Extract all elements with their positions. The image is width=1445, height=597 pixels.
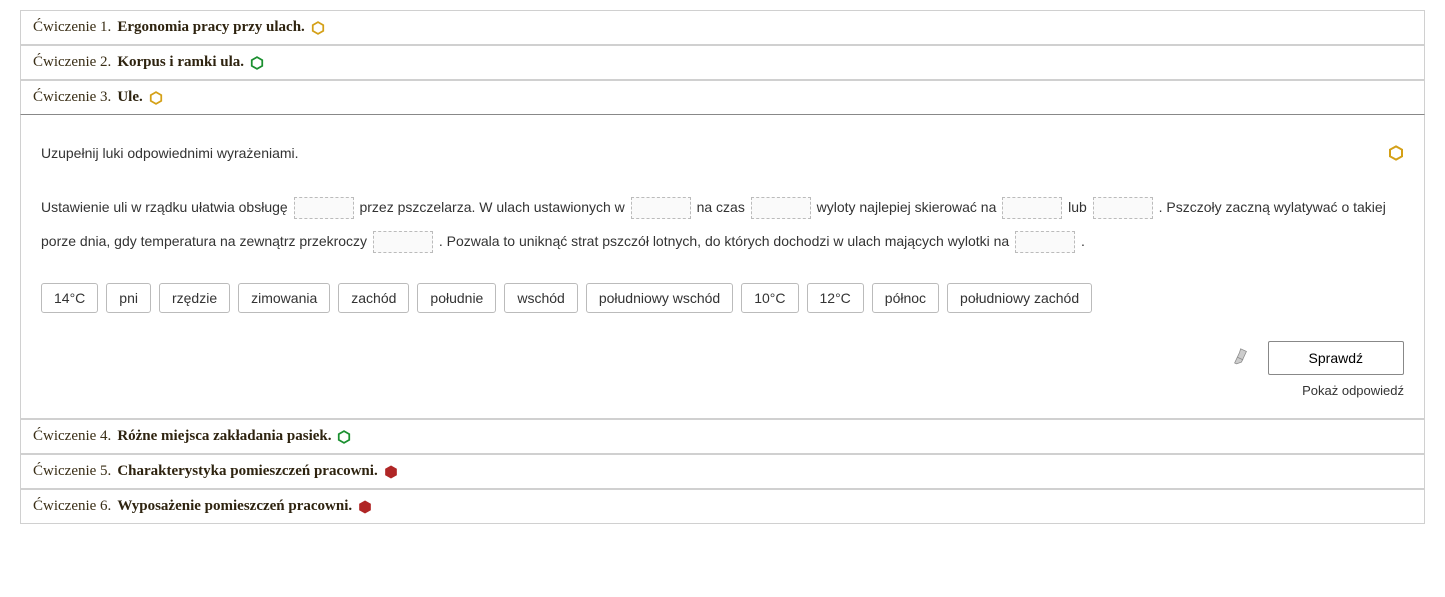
difficulty-hexagon-icon (1388, 145, 1404, 161)
option-chip[interactable]: zimowania (238, 283, 330, 313)
option-chip[interactable]: rzędzie (159, 283, 230, 313)
exercise-label: Ćwiczenie 2. (33, 54, 111, 71)
exercise-header-3[interactable]: Ćwiczenie 3. Ule. (20, 80, 1425, 115)
text-segment: przez pszczelarza. W ulach ustawionych w (359, 199, 628, 215)
exercise-label: Ćwiczenie 5. (33, 463, 111, 480)
option-chip[interactable]: północ (872, 283, 939, 313)
options-pool: 14°C pni rzędzie zimowania zachód połudn… (41, 283, 1404, 313)
difficulty-hexagon-icon (311, 21, 325, 35)
difficulty-hexagon-icon (149, 91, 163, 105)
cloze-text: Ustawienie uli w rządku ułatwia obsługę … (41, 191, 1404, 258)
blank-dropzone[interactable] (294, 197, 354, 219)
option-chip[interactable]: 14°C (41, 283, 98, 313)
blank-dropzone[interactable] (373, 231, 433, 253)
exercise-header-4[interactable]: Ćwiczenie 4. Różne miejsca zakładania pa… (20, 419, 1425, 454)
exercise-label: Ćwiczenie 6. (33, 498, 111, 515)
show-answer-link[interactable]: Pokaż odpowiedź (1302, 383, 1404, 398)
exercise-label: Ćwiczenie 3. (33, 89, 111, 106)
option-chip[interactable]: południe (417, 283, 496, 313)
option-chip[interactable]: pni (106, 283, 151, 313)
difficulty-hexagon-icon (358, 500, 372, 514)
check-button[interactable]: Sprawdź (1268, 341, 1404, 375)
difficulty-hexagon-icon (337, 430, 351, 444)
blank-dropzone[interactable] (1093, 197, 1153, 219)
eraser-icon[interactable] (1228, 344, 1253, 372)
exercise-title: Ergonomia pracy przy ulach. (117, 19, 305, 36)
exercise-header-2[interactable]: Ćwiczenie 2. Korpus i ramki ula. (20, 45, 1425, 80)
actions-area: Sprawdź Pokaż odpowiedź (41, 341, 1404, 398)
exercise-label: Ćwiczenie 4. (33, 428, 111, 445)
exercise-title: Ule. (117, 89, 142, 106)
instruction-text: Uzupełnij luki odpowiednimi wyrażeniami. (41, 145, 299, 161)
exercise-title: Wyposażenie pomieszczeń pracowni. (117, 498, 352, 515)
text-segment: Ustawienie uli w rządku ułatwia obsługę (41, 199, 292, 215)
exercise-title: Różne miejsca zakładania pasiek. (117, 428, 331, 445)
text-segment: lub (1068, 199, 1091, 215)
blank-dropzone[interactable] (751, 197, 811, 219)
difficulty-hexagon-icon (384, 465, 398, 479)
exercise-header-6[interactable]: Ćwiczenie 6. Wyposażenie pomieszczeń pra… (20, 489, 1425, 524)
text-segment: na czas (697, 199, 749, 215)
option-chip[interactable]: zachód (338, 283, 409, 313)
option-chip[interactable]: wschód (504, 283, 577, 313)
option-chip[interactable]: 10°C (741, 283, 798, 313)
option-chip[interactable]: południowy zachód (947, 283, 1092, 313)
blank-dropzone[interactable] (1002, 197, 1062, 219)
text-segment: . Pozwala to uniknąć strat pszczół lotny… (439, 233, 1013, 249)
exercise-title: Charakterystyka pomieszczeń pracowni. (117, 463, 377, 480)
blank-dropzone[interactable] (631, 197, 691, 219)
exercise-label: Ćwiczenie 1. (33, 19, 111, 36)
exercise-body: Uzupełnij luki odpowiednimi wyrażeniami.… (20, 115, 1425, 419)
difficulty-hexagon-icon (250, 56, 264, 70)
text-segment: . (1081, 233, 1085, 249)
text-segment: wyloty najlepiej skierować na (817, 199, 1001, 215)
option-chip[interactable]: 12°C (807, 283, 864, 313)
option-chip[interactable]: południowy wschód (586, 283, 733, 313)
exercise-header-5[interactable]: Ćwiczenie 5. Charakterystyka pomieszczeń… (20, 454, 1425, 489)
blank-dropzone[interactable] (1015, 231, 1075, 253)
exercise-title: Korpus i ramki ula. (117, 54, 244, 71)
exercise-header-1[interactable]: Ćwiczenie 1. Ergonomia pracy przy ulach. (20, 10, 1425, 45)
